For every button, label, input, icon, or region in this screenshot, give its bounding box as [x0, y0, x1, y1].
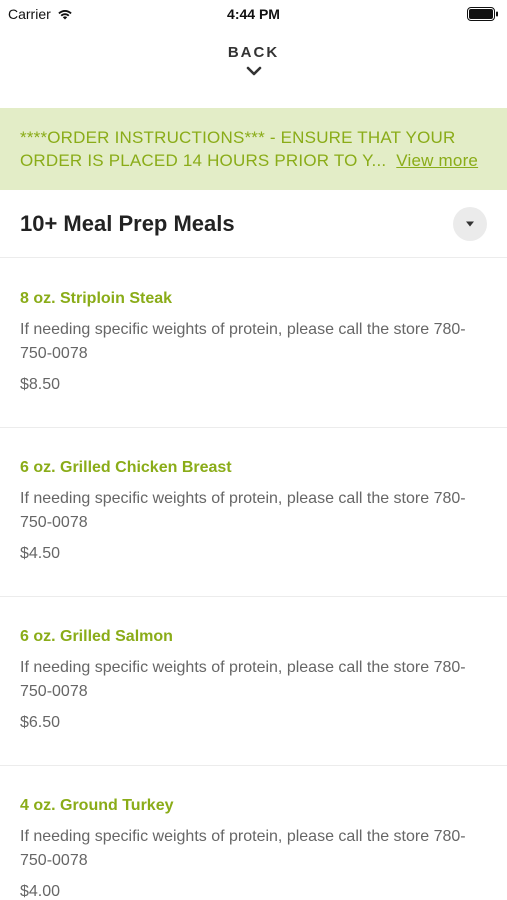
clock: 4:44 PM [227, 6, 280, 22]
menu-item[interactable]: 4 oz. Ground Turkey If needing specific … [0, 766, 507, 900]
caret-down-icon [466, 221, 474, 227]
item-description: If needing specific weights of protein, … [20, 659, 466, 700]
category-dropdown-button[interactable] [453, 207, 487, 241]
item-description: If needing specific weights of protein, … [20, 321, 466, 362]
item-description: If needing specific weights of protein, … [20, 490, 466, 531]
item-price: $4.50 [20, 545, 61, 562]
menu-item[interactable]: 6 oz. Grilled Salmon If needing specific… [0, 597, 507, 766]
item-name: 8 oz. Striploin Steak [20, 290, 173, 307]
item-description: If needing specific weights of protein, … [20, 828, 466, 869]
menu-item[interactable]: 8 oz. Striploin Steak If needing specifi… [0, 259, 507, 428]
back-button[interactable]: BACK [228, 44, 279, 77]
item-name: 6 oz. Grilled Chicken Breast [20, 459, 232, 476]
top-navigation: BACK [0, 44, 507, 94]
order-instructions-banner: ****ORDER INSTRUCTIONS*** - ENSURE THAT … [0, 108, 507, 190]
view-more-link[interactable]: View more [396, 151, 478, 170]
battery-icon [467, 7, 498, 21]
item-price: $6.50 [20, 714, 61, 731]
category-header: 10+ Meal Prep Meals [0, 190, 507, 258]
menu-item[interactable]: 6 oz. Grilled Chicken Breast If needing … [0, 428, 507, 597]
category-title: 10+ Meal Prep Meals [20, 211, 235, 236]
chevron-down-icon [246, 66, 261, 76]
banner-text: ****ORDER INSTRUCTIONS*** - ENSURE THAT … [20, 128, 456, 170]
item-price: $8.50 [20, 376, 61, 393]
back-label: BACK [227, 44, 280, 61]
item-price: $4.00 [20, 883, 61, 900]
item-name: 6 oz. Grilled Salmon [20, 628, 173, 645]
menu-item-list: 8 oz. Striploin Steak If needing specifi… [0, 259, 507, 900]
item-name: 4 oz. Ground Turkey [20, 797, 174, 814]
status-bar: Carrier 4:44 PM [0, 0, 507, 28]
